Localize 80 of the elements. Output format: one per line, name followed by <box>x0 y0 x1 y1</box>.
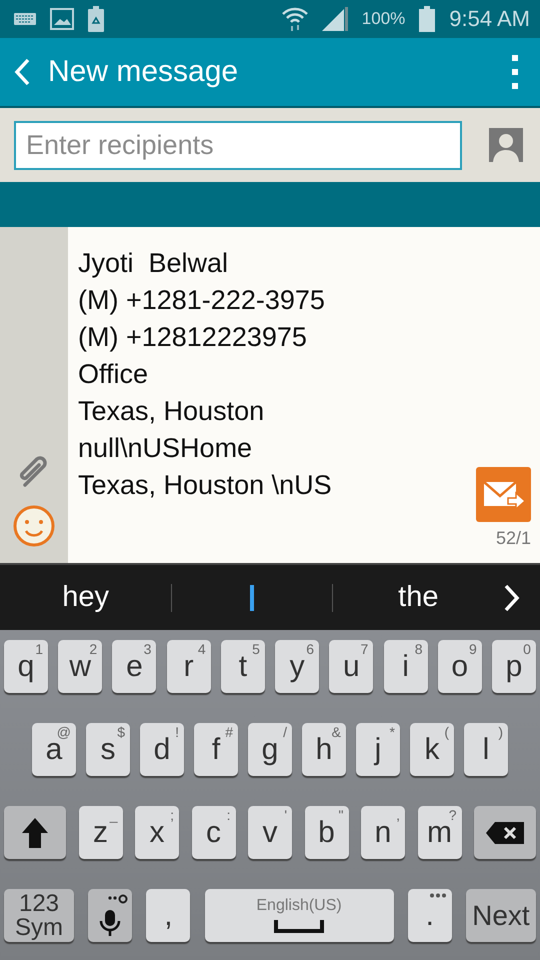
keyboard-key[interactable]: l ) <box>464 723 508 776</box>
key-hint: : <box>226 808 230 822</box>
person-icon <box>489 128 523 162</box>
next-key[interactable]: Next <box>466 889 536 942</box>
keyboard-key[interactable]: n, <box>361 806 405 859</box>
key-hint: 1 <box>35 642 43 656</box>
shift-key[interactable] <box>4 806 66 859</box>
text-cursor-icon <box>250 584 254 610</box>
overflow-menu-icon <box>512 55 518 89</box>
message-text-line: (M) +1281-222-3975 <box>78 284 326 317</box>
backspace-icon <box>485 820 525 844</box>
up-arrow-icon <box>20 816 50 850</box>
keyboard-key[interactable]: d! <box>140 723 184 776</box>
recipients-field[interactable]: Enter recipients <box>14 120 462 170</box>
message-text-line: Office <box>78 358 150 391</box>
keyboard-key[interactable]: f # <box>194 723 238 776</box>
key-hint: " <box>338 808 344 822</box>
battery-icon <box>419 6 436 32</box>
keyboard-key[interactable]: . <box>408 889 452 942</box>
keyboard-key[interactable]: g/ <box>248 723 292 776</box>
wifi-icon <box>282 6 308 32</box>
signal-icon <box>322 7 348 31</box>
suggestion[interactable]: hey <box>0 565 172 630</box>
more-dots-icon <box>428 893 447 898</box>
back-icon <box>14 58 30 86</box>
character-counter: 52/1 <box>496 528 531 549</box>
keyboard-key[interactable]: a@ <box>32 723 76 776</box>
keyboard-key[interactable]: c : <box>192 806 236 859</box>
key-hint: 5 <box>252 642 260 656</box>
key-hint: * <box>390 725 395 739</box>
emoji-button[interactable] <box>13 505 55 547</box>
key-hint: ( <box>444 725 449 739</box>
message-text-line: (M) +12812223975 <box>78 321 308 354</box>
key-hint: ' <box>284 808 287 822</box>
key-hint: 2 <box>89 642 98 656</box>
keyboard-key[interactable]: s$ <box>86 723 130 776</box>
key-hint: $ <box>117 725 125 739</box>
keyboard-key[interactable]: j * <box>356 723 400 776</box>
key-hint: 6 <box>306 642 314 656</box>
keyboard-key[interactable]: b" <box>304 806 348 859</box>
key-hint: 7 <box>360 642 368 656</box>
chevron-right-icon <box>504 584 520 612</box>
keyboard-key[interactable]: m? <box>418 806 462 859</box>
space-bar-icon <box>274 920 324 933</box>
send-button[interactable] <box>476 467 531 522</box>
status-time: 9:54 AM <box>449 6 530 32</box>
key-hint: 4 <box>198 642 206 656</box>
key-hint: 0 <box>523 642 531 656</box>
key-hint: ! <box>175 725 179 739</box>
image-icon <box>50 8 74 30</box>
backspace-key[interactable] <box>474 806 536 859</box>
message-text-line: Texas, Houston <box>78 395 266 428</box>
key-hint: 3 <box>144 642 152 656</box>
contacts-button[interactable] <box>486 125 526 165</box>
keyboard-key[interactable]: z_ <box>78 806 122 859</box>
key-hint: _ <box>110 808 118 822</box>
message-text-line: Jyoti Belwal <box>78 247 230 280</box>
keyboard-key[interactable]: v ' <box>248 806 292 859</box>
smiley-icon <box>13 505 55 547</box>
symbols-key[interactable]: 123 Sym <box>4 889 74 942</box>
key-hint: 8 <box>414 642 423 656</box>
keyboard-icon <box>14 13 36 25</box>
keyboard-key[interactable]: x ; <box>135 806 179 859</box>
key-hint: / <box>283 725 287 739</box>
keyboard-key[interactable]: , <box>146 889 190 942</box>
battery-percent: 100% <box>362 9 406 29</box>
key-hint: & <box>332 725 341 739</box>
suggestion[interactable]: the <box>332 565 504 630</box>
message-text-line: Texas, Houston \nUS <box>78 469 333 502</box>
key-hint: , <box>396 808 400 822</box>
keyboard-key[interactable]: k ( <box>410 723 454 776</box>
key-hint: # <box>225 725 233 739</box>
key-hint: @ <box>56 725 71 739</box>
key-hint: ) <box>498 725 503 739</box>
key-hint: ? <box>448 808 456 822</box>
key-hint: ; <box>170 808 174 822</box>
voice-input-key[interactable] <box>88 889 132 942</box>
keyboard-key[interactable]: h& <box>302 723 346 776</box>
key-hint: 9 <box>468 642 477 656</box>
message-text-line: null\nUSHome <box>78 432 254 465</box>
